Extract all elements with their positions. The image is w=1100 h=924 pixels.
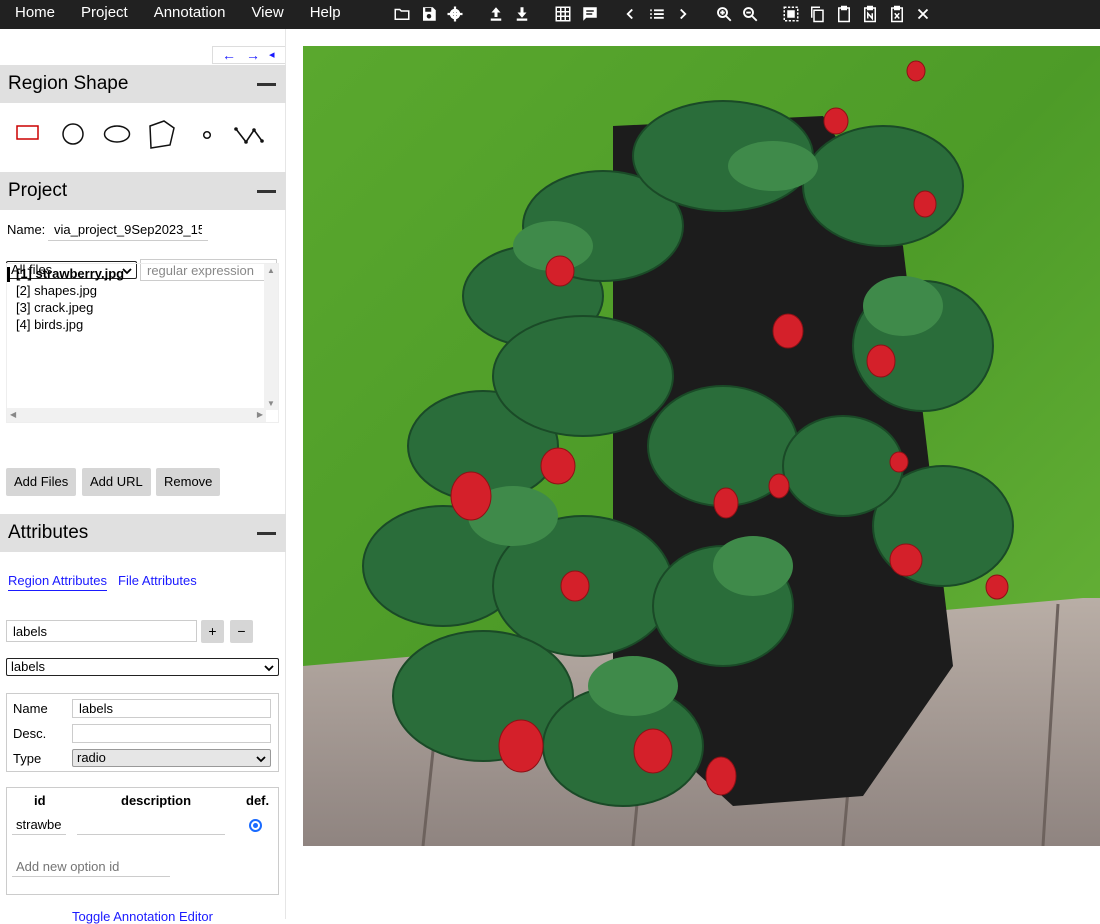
remove-attribute-button[interactable]: − xyxy=(230,620,253,643)
options-header-description: description xyxy=(121,793,192,808)
region-shape-title: Region Shape xyxy=(8,73,129,94)
collapse-icon[interactable] xyxy=(257,532,276,535)
option-default-radio[interactable] xyxy=(249,819,262,832)
attr-type-select[interactable]: radio xyxy=(72,749,271,767)
collapse-icon[interactable] xyxy=(257,190,276,193)
attr-desc-label: Desc. xyxy=(13,726,47,741)
attr-desc-input[interactable] xyxy=(72,724,271,743)
option-id-input[interactable] xyxy=(12,815,66,835)
ellipse-icon[interactable] xyxy=(103,124,131,152)
add-url-button[interactable]: Add URL xyxy=(82,468,151,496)
project-header[interactable]: Project xyxy=(0,172,286,210)
tab-file-attributes[interactable]: File Attributes xyxy=(118,573,197,588)
file-list-item[interactable]: [1] strawberry.jpg xyxy=(16,266,124,281)
panel-nav: ← → ◂ xyxy=(212,46,285,64)
option-description-input[interactable] xyxy=(77,815,225,835)
file-list-item[interactable]: [2] shapes.jpg xyxy=(16,283,97,298)
copy-icon[interactable] xyxy=(808,5,826,23)
menu-project[interactable]: Project xyxy=(68,0,141,29)
file-list-item[interactable]: [4] birds.jpg xyxy=(16,317,83,332)
top-menu-bar: Home Project Annotation View Help xyxy=(0,0,1100,29)
delete-region-icon[interactable] xyxy=(888,5,906,23)
list-icon[interactable] xyxy=(648,5,666,23)
toggle-annotation-editor-link[interactable]: Toggle Annotation Editor xyxy=(72,909,213,924)
save-icon[interactable] xyxy=(420,5,438,23)
rectangle-icon[interactable] xyxy=(16,124,40,152)
comment-icon[interactable] xyxy=(581,5,599,23)
paste-n-icon[interactable] xyxy=(861,5,879,23)
collapse-icon[interactable] xyxy=(257,83,276,86)
add-attribute-button[interactable]: + xyxy=(201,620,224,643)
remove-files-button[interactable]: Remove xyxy=(156,468,221,496)
zoom-out-icon[interactable] xyxy=(741,5,759,23)
active-file-marker xyxy=(7,267,10,282)
chevron-down-icon xyxy=(256,752,266,768)
attributes-header[interactable]: Attributes xyxy=(0,514,286,552)
polygon-icon[interactable] xyxy=(147,118,177,149)
tab-region-attributes[interactable]: Region Attributes xyxy=(8,573,108,591)
new-attribute-input[interactable] xyxy=(6,620,197,642)
file-list-item[interactable]: [3] crack.jpeg xyxy=(16,300,93,315)
upload-icon[interactable] xyxy=(487,5,505,23)
menu-home[interactable]: Home xyxy=(0,0,68,29)
paste-icon[interactable] xyxy=(835,5,853,23)
attr-type-label: Type xyxy=(13,751,42,766)
panel-grow-button[interactable]: → xyxy=(246,47,260,63)
file-list-horizontal-scrollbar[interactable]: ◀ ▶ xyxy=(7,408,266,422)
circle-icon[interactable] xyxy=(61,122,85,150)
select-all-icon[interactable] xyxy=(782,5,800,23)
options-header-default: def. xyxy=(246,793,270,808)
project-name-label: Name: xyxy=(7,222,46,237)
download-icon[interactable] xyxy=(513,5,531,23)
file-list: [1] strawberry.jpg [2] shapes.jpg [3] cr… xyxy=(6,263,279,423)
project-title: Project xyxy=(8,180,68,201)
menu-view[interactable]: View xyxy=(238,0,296,29)
panel-collapse-button[interactable]: ◂ xyxy=(269,47,275,63)
chevron-left-icon[interactable] xyxy=(621,5,639,23)
zoom-in-icon[interactable] xyxy=(715,5,733,23)
attribute-select-value: labels xyxy=(11,659,45,674)
annotation-image[interactable] xyxy=(303,46,1100,846)
polyline-icon[interactable] xyxy=(234,124,264,152)
attributes-title: Attributes xyxy=(8,522,89,543)
region-shape-header[interactable]: Region Shape xyxy=(0,65,286,103)
attr-name-input[interactable] xyxy=(72,699,271,718)
project-name-input[interactable] xyxy=(48,219,208,241)
chevron-right-icon[interactable] xyxy=(674,5,692,23)
options-header-id: id xyxy=(34,793,46,808)
grid-icon[interactable] xyxy=(554,5,572,23)
menu-help[interactable]: Help xyxy=(297,0,354,29)
point-icon[interactable] xyxy=(201,129,213,157)
file-list-vertical-scrollbar[interactable]: ▲ ▼ xyxy=(264,264,278,410)
close-icon[interactable] xyxy=(914,5,932,23)
chevron-down-icon xyxy=(264,661,274,677)
add-files-button[interactable]: Add Files xyxy=(6,468,77,496)
folder-open-icon[interactable] xyxy=(393,5,411,23)
new-option-input[interactable] xyxy=(12,857,170,877)
attr-type-value: radio xyxy=(77,750,106,765)
panel-shrink-button[interactable]: ← xyxy=(222,47,236,63)
attr-name-label: Name xyxy=(13,701,48,716)
settings-icon[interactable] xyxy=(446,5,464,23)
attribute-select[interactable]: labels xyxy=(6,658,279,676)
menu-annotation[interactable]: Annotation xyxy=(141,0,239,29)
